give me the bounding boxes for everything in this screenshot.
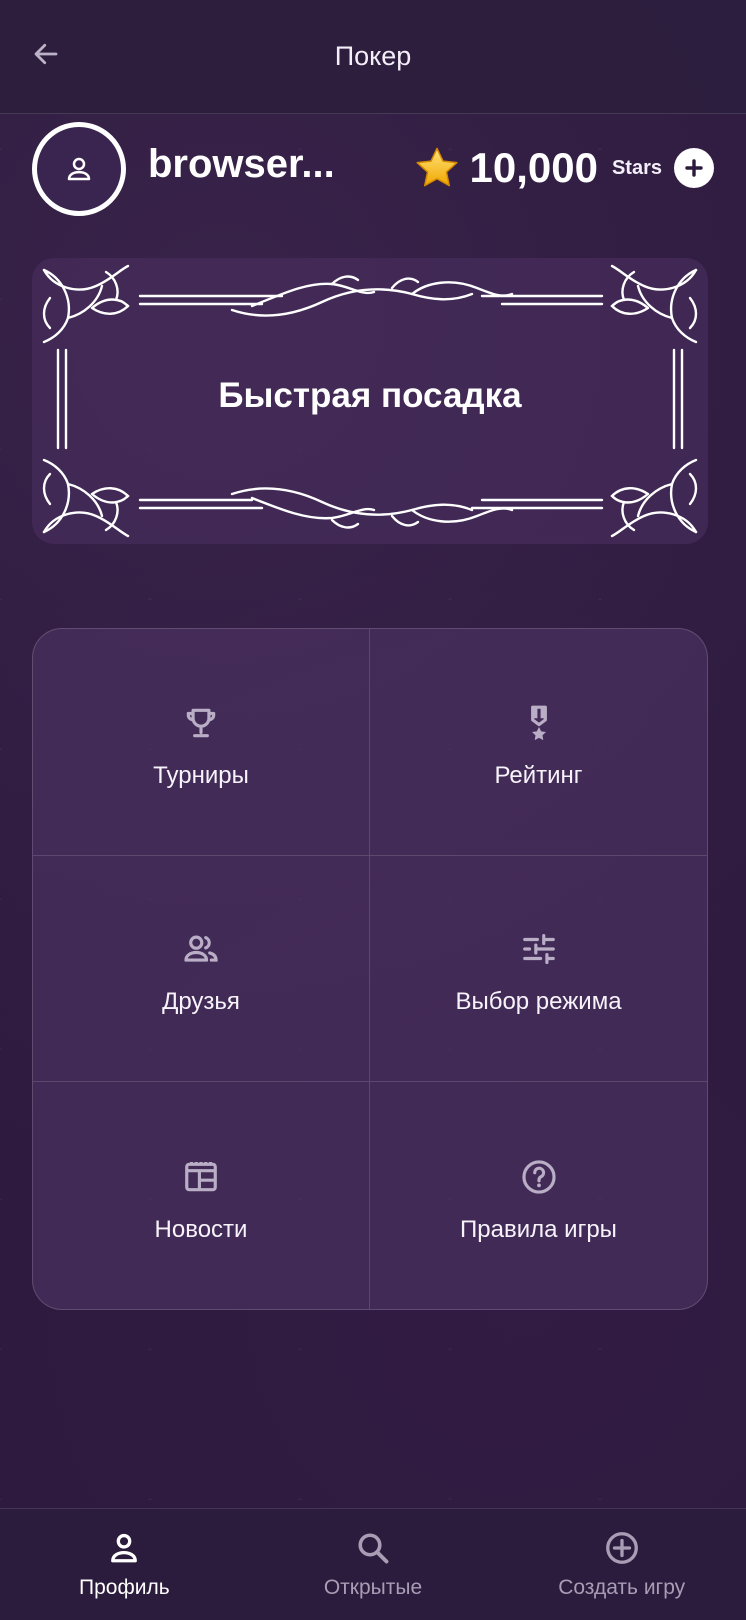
menu-item-label: Выбор режима	[455, 988, 622, 1016]
menu-item-label: Рейтинг	[494, 761, 583, 789]
balance-unit: Stars	[611, 156, 662, 179]
person-icon	[111, 1533, 138, 1562]
sliders-icon	[522, 934, 555, 965]
menu-item-label: Правила игры	[460, 1215, 617, 1243]
balance-value: 10,000	[469, 144, 598, 191]
trophy-icon	[186, 708, 216, 738]
nav-item-profile[interactable]: Профиль	[0, 1509, 249, 1620]
stars-balance: 10,000 Stars	[414, 144, 714, 192]
person-icon	[67, 157, 91, 181]
menu-item-news[interactable]: Новости	[33, 1082, 370, 1309]
nav-item-open[interactable]: Открытые	[249, 1509, 498, 1620]
menu-item-rating[interactable]: Рейтинг	[370, 629, 707, 856]
menu-item-label: Друзья	[162, 988, 240, 1016]
back-button[interactable]	[28, 36, 64, 72]
profile-row: browser... 10,000 Stars	[32, 122, 714, 216]
newspaper-icon	[185, 1161, 217, 1191]
menu-item-label: Турниры	[153, 761, 249, 789]
bottom-nav: Профиль Открытые Создать игру	[0, 1508, 746, 1620]
menu-item-friends[interactable]: Друзья	[33, 855, 370, 1083]
username: browser...	[148, 142, 335, 186]
nav-item-label: Профиль	[79, 1575, 170, 1599]
nav-item-label: Создать игру	[558, 1575, 686, 1599]
star-icon	[415, 147, 458, 187]
nav-item-label: Открытые	[323, 1575, 423, 1599]
plus-circle-icon	[685, 159, 703, 177]
medal-icon	[530, 705, 547, 740]
people-icon	[184, 936, 218, 963]
menu-item-label: Новости	[154, 1215, 248, 1243]
add-stars-button[interactable]	[674, 148, 714, 188]
menu-item-tournaments[interactable]: Турниры	[33, 629, 370, 856]
help-circle-icon	[521, 1160, 556, 1194]
search-icon	[358, 1532, 389, 1563]
quick-seat-label: Быстрая посадка	[218, 376, 522, 415]
menu-item-mode-select[interactable]: Выбор режима	[370, 856, 707, 1083]
page-title: Покер	[334, 41, 412, 71]
nav-item-create-game[interactable]: Создать игру	[497, 1509, 746, 1620]
quick-seat-button[interactable]: Быстрая посадка	[32, 258, 708, 544]
arrow-left-icon	[34, 43, 58, 65]
menu-grid: Турниры Рейтинг Друзья Выбор режима Ново…	[32, 628, 708, 1310]
add-circle-icon	[605, 1531, 638, 1564]
menu-item-rules[interactable]: Правила игры	[370, 1082, 707, 1309]
avatar[interactable]	[32, 122, 126, 216]
app-header: Покер	[0, 0, 746, 114]
